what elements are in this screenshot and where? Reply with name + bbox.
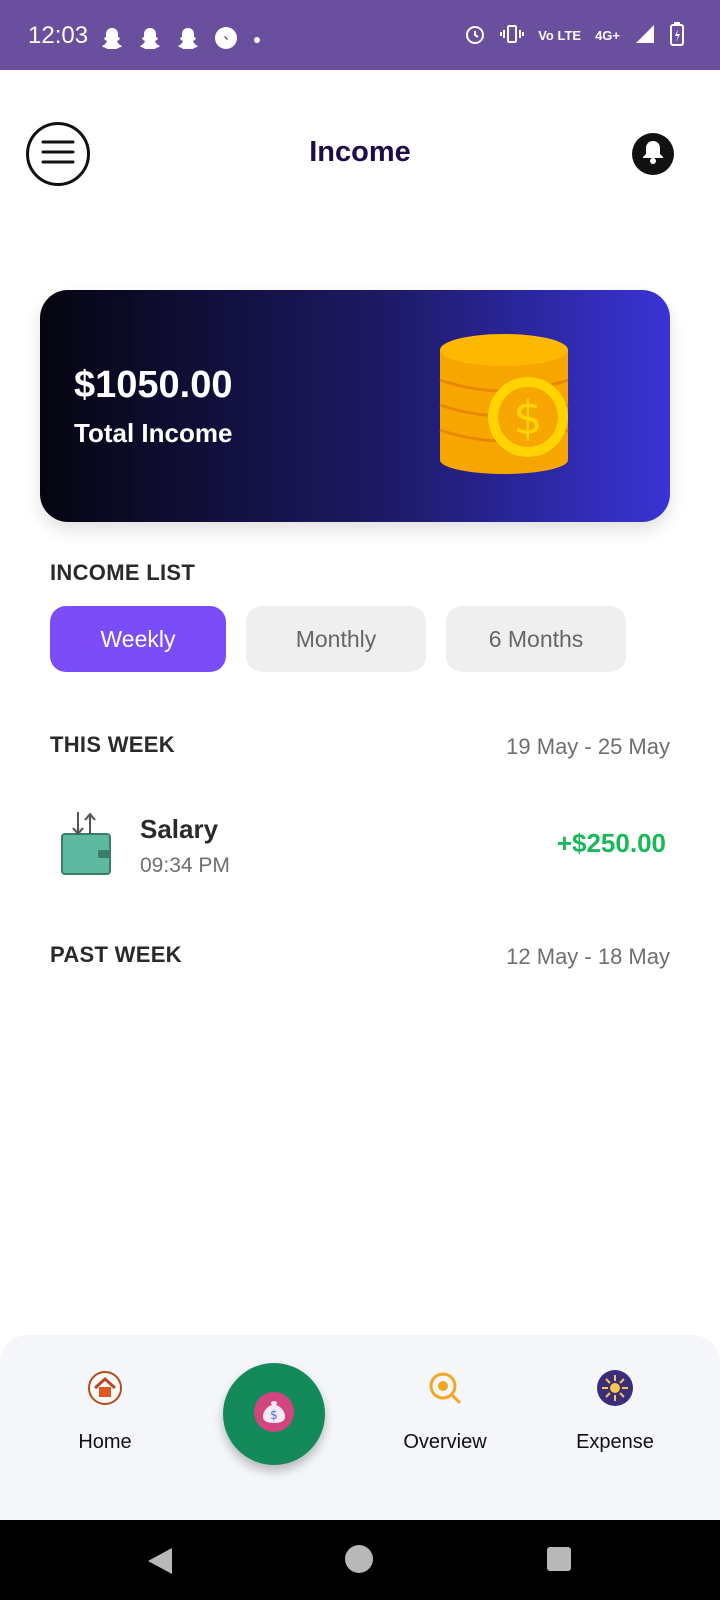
back-triangle-icon bbox=[146, 1548, 174, 1580]
total-income-card: $1050.00 Total Income $ bbox=[40, 290, 670, 522]
money-bag-icon: $ bbox=[253, 1391, 295, 1438]
recents-button[interactable] bbox=[547, 1547, 571, 1571]
signal-icon bbox=[634, 23, 656, 48]
nav-home-label: Home bbox=[78, 1431, 132, 1453]
nav-expense[interactable]: Expense bbox=[555, 1369, 675, 1454]
page-title: Income bbox=[309, 136, 411, 168]
transaction-row[interactable]: Salary 09:34 PM +$250.00 bbox=[50, 806, 670, 896]
transaction-title: Salary bbox=[140, 814, 219, 844]
notification-icons bbox=[100, 26, 262, 55]
svg-text:$: $ bbox=[270, 1408, 278, 1422]
nav-overview-label: Overview bbox=[403, 1431, 487, 1453]
tab-6-months[interactable]: 6 Months bbox=[446, 606, 626, 672]
total-income-label: Total Income bbox=[74, 418, 233, 448]
snapchat-icon bbox=[176, 27, 200, 54]
income-list-heading: INCOME LIST bbox=[50, 560, 196, 585]
svg-text:$: $ bbox=[513, 391, 542, 445]
wallet-icon bbox=[60, 810, 112, 876]
network-type: 4G+ bbox=[595, 28, 620, 43]
notifications-button[interactable] bbox=[632, 133, 674, 175]
system-icons: Vo LTE 4G+ bbox=[464, 22, 684, 49]
nav-expense-label: Expense bbox=[576, 1431, 654, 1453]
add-income-button[interactable]: $ bbox=[223, 1363, 325, 1465]
bottom-navigation: Home $ Overview Expense bbox=[0, 1335, 720, 1520]
snapchat-icon bbox=[138, 27, 162, 54]
home-button[interactable] bbox=[345, 1545, 373, 1573]
alarm-icon bbox=[464, 23, 486, 48]
nav-home[interactable]: Home bbox=[45, 1369, 165, 1454]
messenger-icon bbox=[214, 26, 238, 55]
overview-icon bbox=[426, 1369, 464, 1407]
nav-overview[interactable]: Overview bbox=[385, 1369, 505, 1454]
snapchat-icon bbox=[100, 27, 124, 54]
back-button[interactable] bbox=[146, 1546, 174, 1581]
status-bar: 12:03 Vo LTE 4G+ bbox=[0, 0, 720, 70]
system-navigation-bar bbox=[0, 1520, 720, 1600]
status-time: 12:03 bbox=[28, 22, 89, 49]
tab-weekly[interactable]: Weekly bbox=[50, 606, 226, 672]
volte-icon: Vo LTE bbox=[538, 28, 582, 43]
expense-icon bbox=[596, 1369, 634, 1407]
this-week-date-range: 19 May - 25 May bbox=[506, 734, 670, 759]
tab-monthly[interactable]: Monthly bbox=[246, 606, 426, 672]
dot-icon bbox=[252, 32, 262, 50]
app-header: Income bbox=[0, 70, 720, 220]
total-income-amount: $1050.00 bbox=[74, 364, 233, 406]
home-icon bbox=[86, 1369, 124, 1407]
battery-icon bbox=[670, 22, 684, 49]
period-filter-tabs: Weekly Monthly 6 Months bbox=[50, 606, 626, 672]
this-week-heading: THIS WEEK bbox=[50, 732, 175, 757]
bell-icon bbox=[641, 139, 665, 170]
past-week-date-range: 12 May - 18 May bbox=[506, 944, 670, 969]
past-week-heading: PAST WEEK bbox=[50, 942, 182, 967]
transaction-amount: +$250.00 bbox=[556, 828, 666, 858]
coins-illustration: $ bbox=[390, 330, 570, 480]
vibrate-icon bbox=[500, 23, 525, 48]
transaction-time: 09:34 PM bbox=[140, 854, 230, 877]
